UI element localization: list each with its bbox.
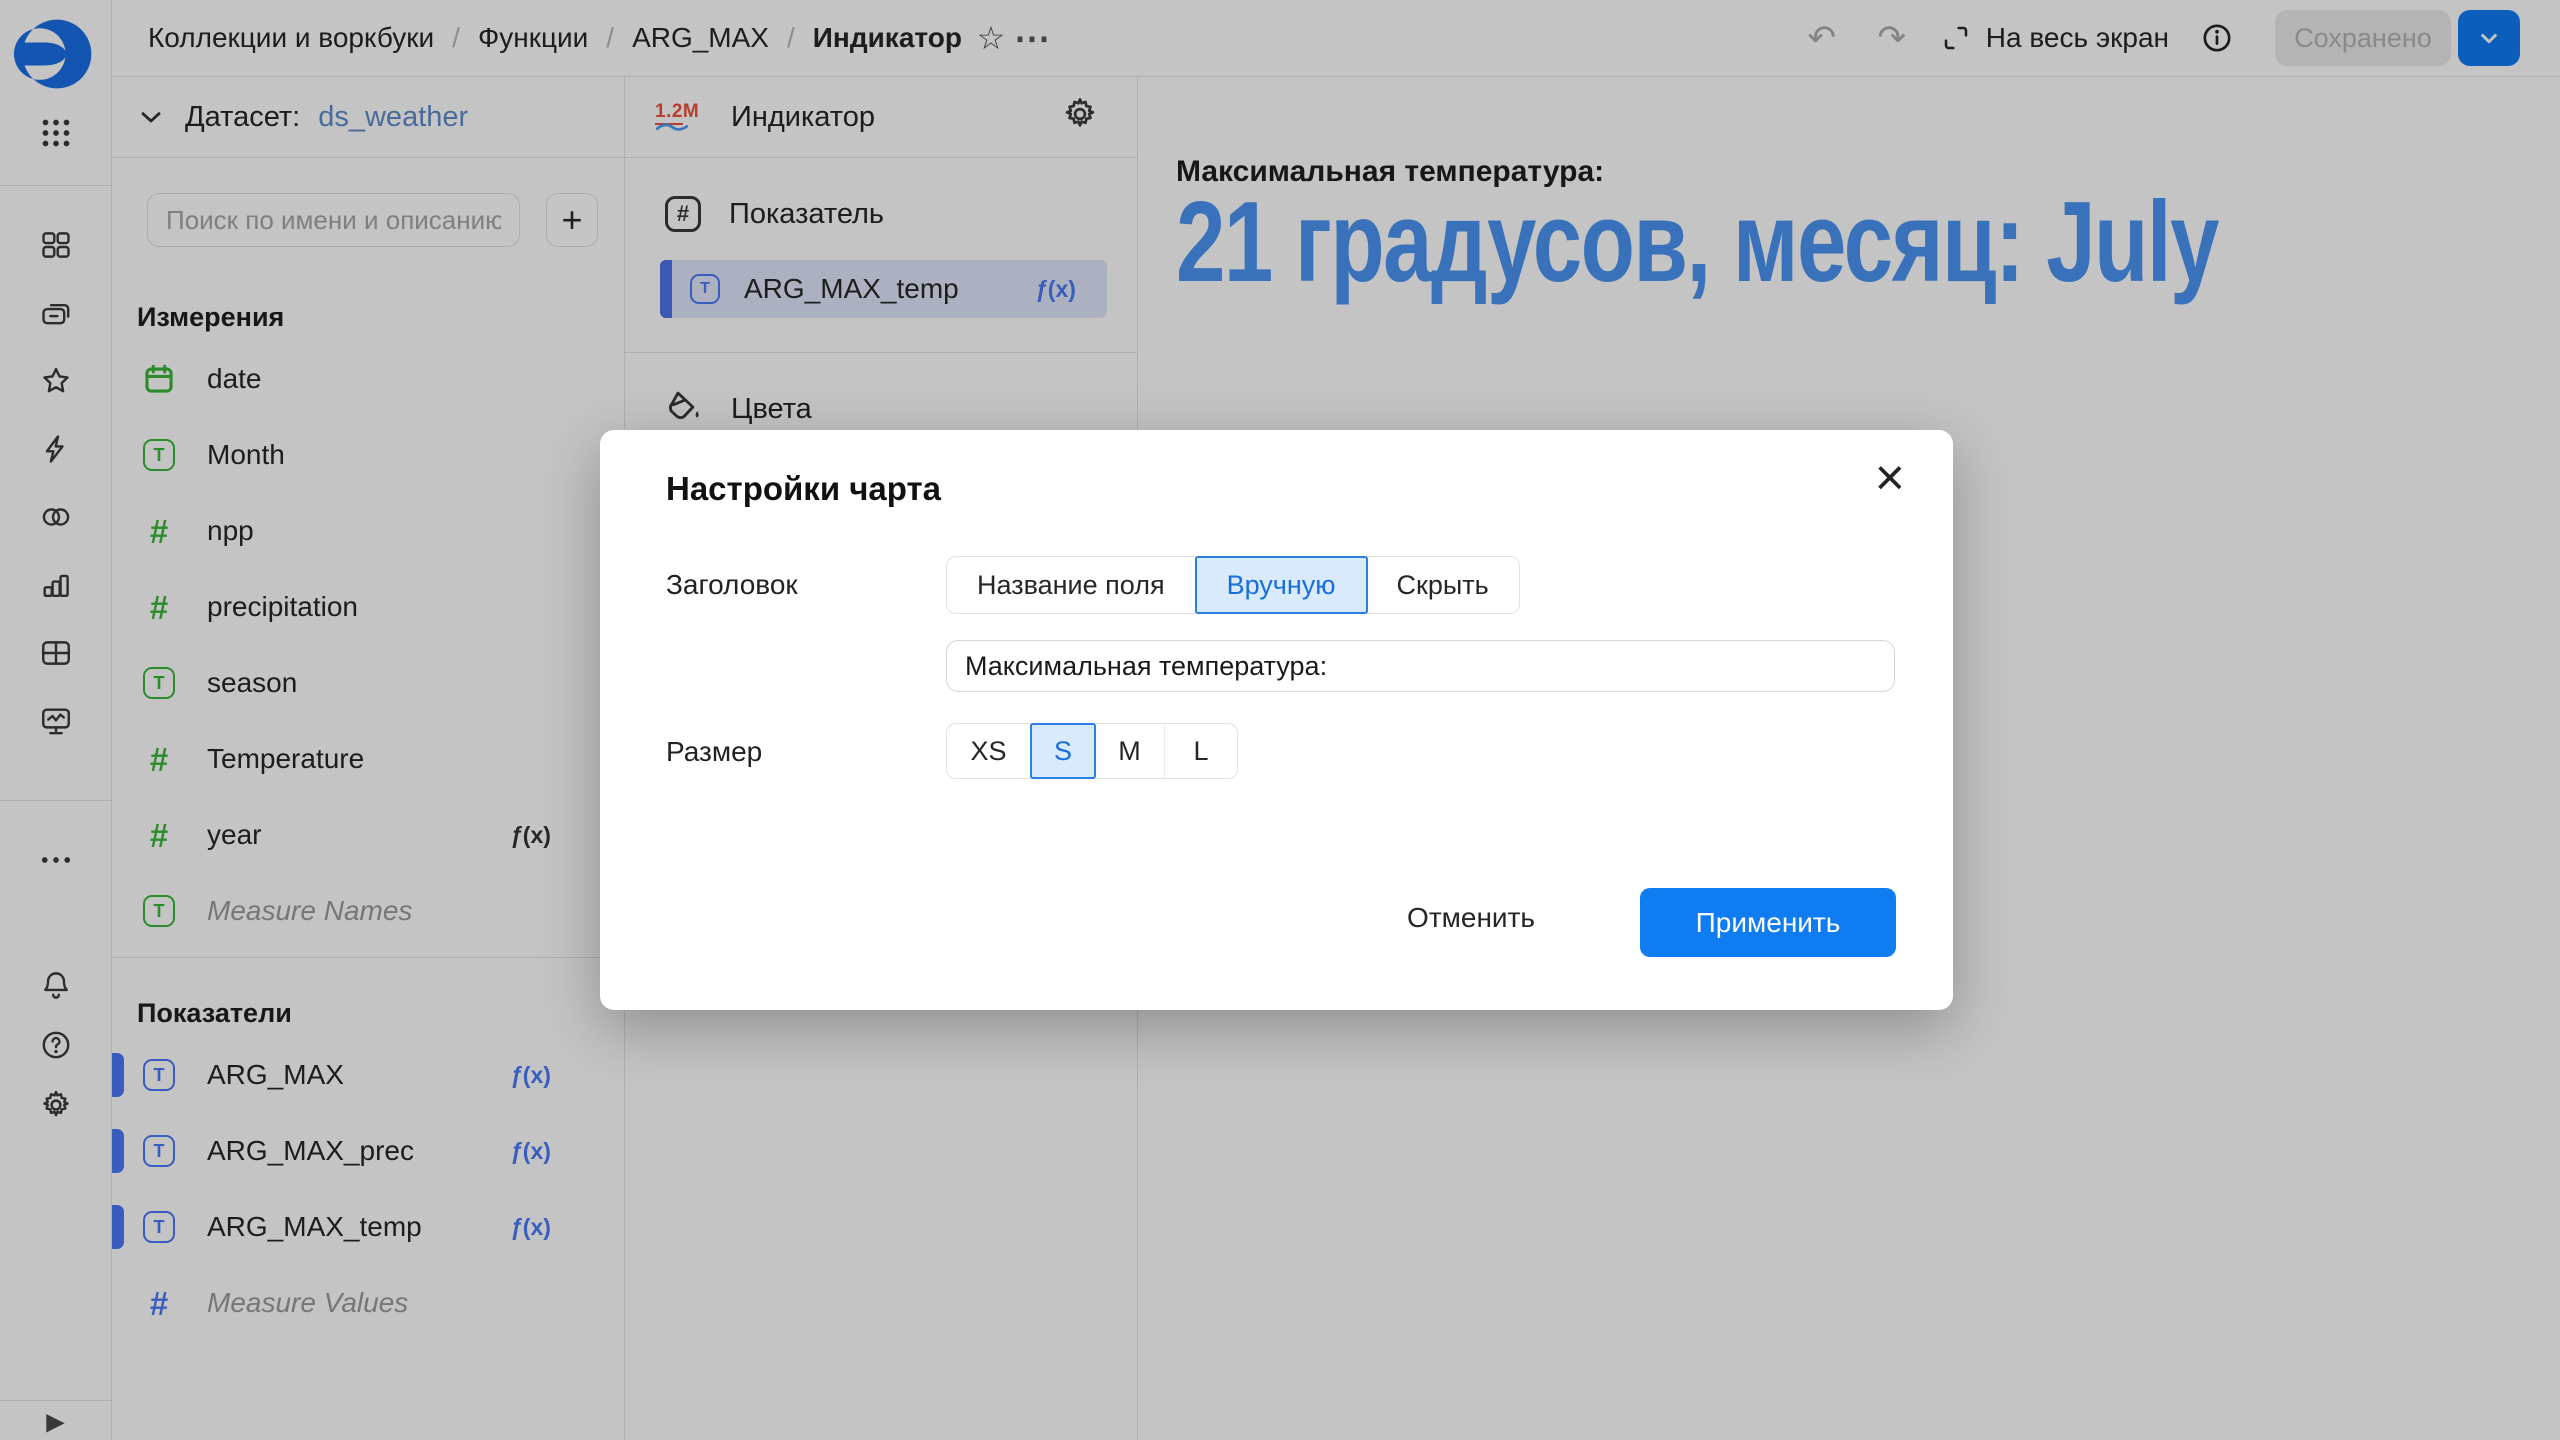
segment-option-s[interactable]: S — [1030, 723, 1096, 779]
apply-button[interactable]: Применить — [1640, 888, 1896, 957]
close-icon[interactable]: × — [1875, 452, 1905, 504]
segment-option-xs[interactable]: XS — [947, 724, 1031, 778]
size-row-label: Размер — [666, 736, 762, 768]
size-segmented-control: XSSML — [946, 723, 1238, 779]
segment-option-l[interactable]: L — [1165, 724, 1237, 778]
segment-option-m[interactable]: M — [1095, 724, 1165, 778]
chart-settings-dialog: Настройки чарта × Заголовок Название пол… — [600, 430, 1953, 1010]
cancel-button[interactable]: Отменить — [1389, 892, 1553, 944]
segment-option-скрыть[interactable]: Скрыть — [1367, 557, 1519, 613]
title-mode-segmented-control: Название поляВручнуюСкрыть — [946, 556, 1520, 614]
title-row-label: Заголовок — [666, 569, 798, 601]
segment-option-название-поля[interactable]: Название поля — [947, 557, 1196, 613]
datalens-app: ▶ Коллекции и воркбуки/Функции/ARG_MAX/И… — [0, 0, 2560, 1440]
dialog-title: Настройки чарта — [666, 470, 941, 508]
chart-title-input[interactable] — [946, 640, 1895, 692]
segment-option-вручную[interactable]: Вручную — [1195, 556, 1368, 614]
